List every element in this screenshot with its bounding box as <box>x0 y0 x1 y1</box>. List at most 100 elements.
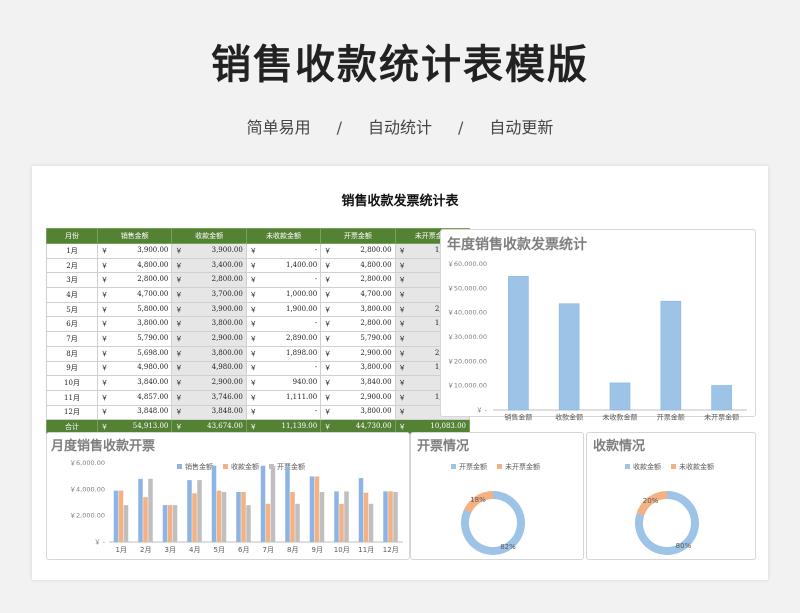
x-tick-label: 开票金额 <box>657 413 685 422</box>
bar <box>660 300 682 411</box>
currency-symbol: ￥ <box>324 379 332 388</box>
bar <box>221 491 227 542</box>
table-row: 9月￥4,980.00￥4,980.00￥-￥3,800.00￥1,180.00 <box>46 360 471 377</box>
column-header: 收款金额 <box>171 228 247 244</box>
amount-cell: ￥ 2,800.00 <box>320 272 396 289</box>
month-cell: 2月 <box>46 257 98 274</box>
currency-symbol: ￥ <box>398 305 406 314</box>
collection-pie-chart: 收款金额 未收款金额 20% 80% <box>625 462 714 555</box>
data-table: 月份 销售金额 收款金额 未收款金额 开票金额 未开票金额 1月 ￥ 3,900.00 ￥ 3,9… <box>46 228 471 435</box>
legend-swatch <box>451 464 456 469</box>
amount-value: 2,800.00 <box>211 275 243 284</box>
amount-value: 1,000.00 <box>286 289 318 298</box>
y-tick-label: ￥ - <box>94 538 106 546</box>
currency-symbol: ￥ <box>324 290 332 299</box>
y-tick-label: ￥ - <box>476 406 488 414</box>
currency-symbol: ￥ <box>324 334 332 343</box>
y-tick-label: ￥4,000.00 <box>70 485 105 493</box>
currency-symbol: ￥ <box>249 320 257 329</box>
currency-symbol: ￥ <box>101 261 108 270</box>
y-tick-label: ￥20,000.00 <box>447 357 487 365</box>
column-header: 月份 <box>46 228 98 244</box>
amount-value: 3,800.00 <box>211 319 243 328</box>
currency-symbol: ￥ <box>249 393 257 402</box>
currency-symbol: ￥ <box>398 334 406 343</box>
legend-swatch <box>223 464 228 469</box>
amount-cell: ￥ 3,840.00 <box>96 375 173 391</box>
annual-chart-panel: 年度销售收款发票统计 ￥ - ￥10,000.00 ￥20,000.00 ￥30,00… <box>440 229 756 422</box>
currency-symbol: ￥ <box>324 320 332 329</box>
currency-symbol: ￥ <box>175 276 183 285</box>
amount-cell: ￥ 4,800.00 <box>320 257 396 274</box>
amount-cell: ￥ 3,800.00 <box>171 345 247 362</box>
column-header: 开票金额 <box>320 228 396 244</box>
amount-cell: ￥- <box>245 404 322 421</box>
currency-symbol: ￥ <box>101 290 108 299</box>
x-tick-label: 4月 <box>189 546 200 554</box>
bar <box>508 276 529 411</box>
currency-symbol: ￥ <box>175 261 183 270</box>
currency-symbol: ￥ <box>175 393 183 402</box>
amount-value: 3,800.00 <box>211 348 243 357</box>
amount-value: 3,900.00 <box>211 304 243 313</box>
bar <box>285 466 290 542</box>
legend-label: 收款金额 <box>633 462 661 471</box>
bar <box>358 478 364 542</box>
sheet-title: 销售收款发票统计表 <box>341 194 459 209</box>
legend-label: 销售金额 <box>185 462 213 471</box>
currency-symbol: ￥ <box>101 364 108 373</box>
amount-value: 3,840.00 <box>360 378 392 387</box>
amount-cell: ￥ 4,800.00 <box>96 257 173 274</box>
table-row: 5月￥5,800.00￥3,900.00￥1,900.00￥3,800.00￥2… <box>46 301 471 318</box>
amount-value: 2,800.00 <box>360 245 392 254</box>
x-tick-label: 8月 <box>287 546 298 554</box>
bar <box>118 490 124 542</box>
x-tick-label: 5月 <box>214 546 225 554</box>
currency-symbol: ￥ <box>101 320 108 329</box>
legend-label: 收款金额 <box>231 462 259 471</box>
currency-symbol: ￥ <box>175 290 183 299</box>
table-row: 10月￥3,840.00￥2,900.00￥940.00￥3,840.00￥- <box>46 375 471 391</box>
bar <box>246 505 251 542</box>
amount-value: - <box>314 363 318 372</box>
month-cell: 12月 <box>46 404 98 421</box>
bar <box>138 478 143 542</box>
amount-cell: ￥ 1,400.00 <box>245 257 322 274</box>
slice-label: 82% <box>500 543 516 551</box>
currency-symbol: ￥ <box>249 349 257 358</box>
amount-cell: ￥ 3,746.00 <box>171 389 247 406</box>
y-tick-label: ￥50,000.00 <box>447 284 487 292</box>
amount-cell: ￥ 3,848.00 <box>96 404 173 421</box>
amount-value: 3,840.00 <box>137 378 169 387</box>
bar <box>339 503 344 542</box>
amount-value: 2,900.00 <box>360 392 392 401</box>
amount-value: 3,900.00 <box>137 245 169 254</box>
amount-value: 10,083.00 <box>430 422 466 431</box>
invoice-pie-panel: 开票情况 开票金额 未开票金额 18% 82% <box>410 432 584 560</box>
amount-cell: ￥- <box>245 243 322 259</box>
currency-symbol: ￥ <box>398 408 406 417</box>
bar <box>187 480 192 542</box>
amount-value: 3,800.00 <box>360 304 392 313</box>
amount-value: 3,848.00 <box>137 407 169 416</box>
bar <box>290 491 295 542</box>
amount-value: - <box>314 275 318 284</box>
currency-symbol: ￥ <box>324 364 332 373</box>
currency-symbol: ￥ <box>249 379 257 388</box>
bar <box>270 465 276 542</box>
amount-value: 43,674.00 <box>207 422 243 431</box>
amount-value: 4,800.00 <box>137 260 169 269</box>
table-row: 11月 ￥ 4,857.00 ￥ 3,746.00 ￥ 1,111.00 ￥ 2,900.00 ￥… <box>46 389 471 406</box>
amount-cell: ￥ 4,980.00 <box>96 360 173 377</box>
amount-value: 3,800.00 <box>360 363 392 372</box>
amount-value: 3,746.00 <box>211 392 243 401</box>
amount-cell: ￥ 3,800.00 <box>96 316 173 333</box>
subtitle-item: 自动统计 <box>367 118 432 137</box>
month-cell: 5月 <box>46 301 98 318</box>
legend-swatch <box>671 464 676 469</box>
month-cell: 8月 <box>46 345 98 362</box>
slice-label: 20% <box>643 497 659 505</box>
amount-cell: ￥ 940.00 <box>245 375 322 391</box>
amount-value: 3,800.00 <box>137 319 169 328</box>
y-tick-label: ￥6,000.00 <box>70 459 105 467</box>
